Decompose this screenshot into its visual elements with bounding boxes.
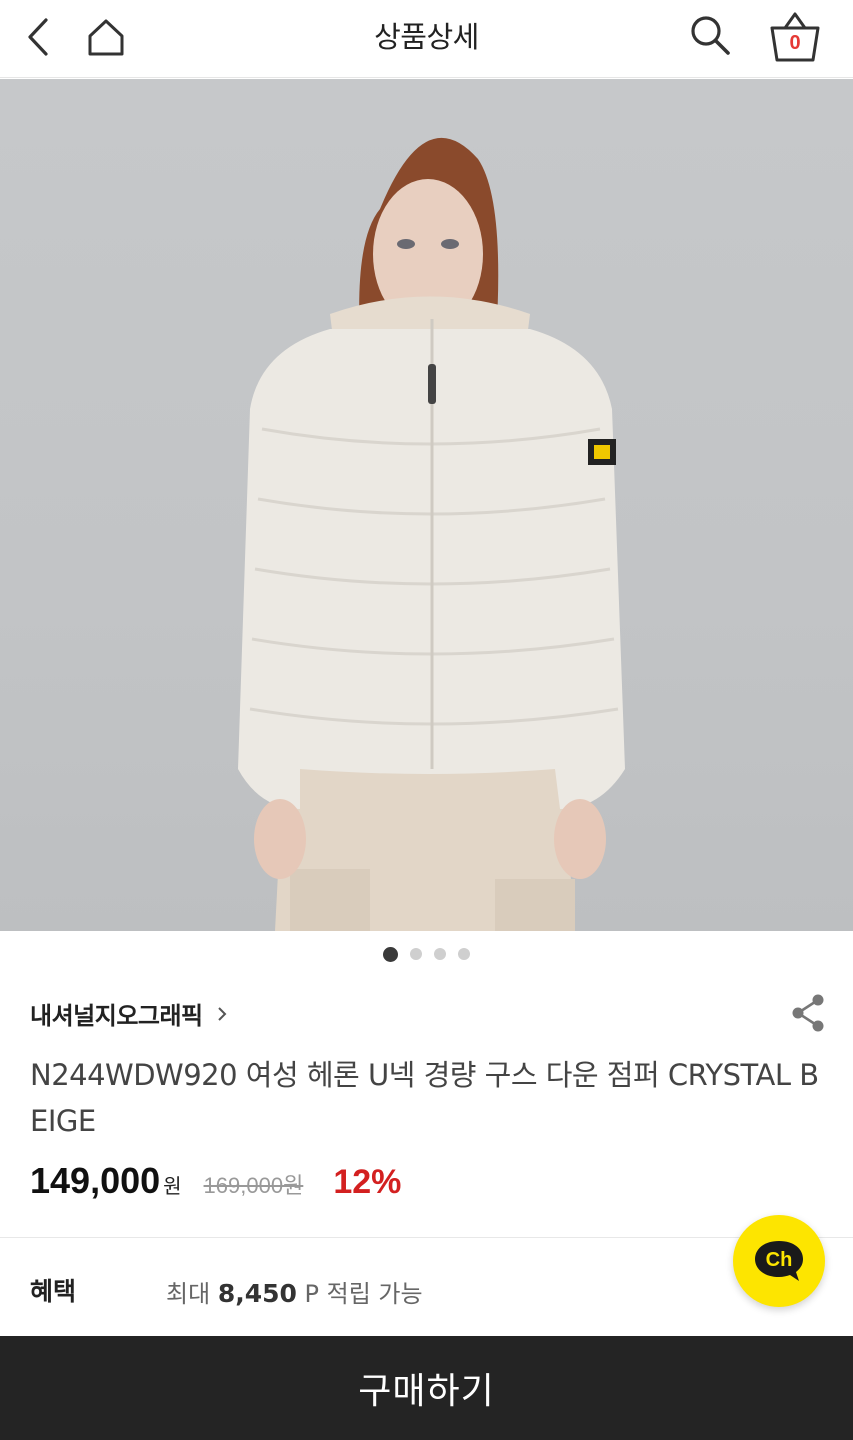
brand-link[interactable]: 내셔널지오그래픽: [30, 996, 229, 1031]
product-name: N244WDW920 여성 헤론 U넥 경량 구스 다운 점퍼 CRYSTAL …: [30, 1058, 819, 1138]
carousel-pagination: [0, 947, 853, 962]
pagination-dot[interactable]: [434, 948, 446, 960]
top-app-bar: 상품상세 0: [0, 0, 853, 78]
buy-button[interactable]: 구매하기: [0, 1336, 853, 1440]
chat-channel-label: Ch: [766, 1249, 793, 1271]
benefit-prefix: 최대: [166, 1280, 211, 1308]
benefit-points-value: 8,450: [217, 1279, 297, 1308]
sale-price: 149,000: [30, 1160, 161, 1201]
benefit-suffix: P 적립 가능: [304, 1280, 423, 1308]
original-price: 169,000원: [203, 1173, 304, 1198]
search-icon: [691, 16, 730, 55]
brand-name: 내셔널지오그래픽: [30, 1002, 203, 1030]
benefit-label: 혜택: [30, 1277, 77, 1306]
product-photo: [238, 137, 625, 931]
search-button[interactable]: [680, 6, 740, 64]
chevron-right-icon: [217, 1006, 227, 1021]
pagination-dot[interactable]: [410, 948, 422, 960]
benefit-points-text: 최대 8,450 P 적립 가능: [166, 1274, 423, 1309]
share-button[interactable]: [786, 990, 830, 1036]
cart-count-badge: 0: [789, 32, 801, 54]
pagination-dot[interactable]: [458, 948, 470, 960]
cart-button[interactable]: 0: [760, 4, 830, 68]
discount-rate: 12%: [333, 1163, 402, 1201]
section-divider: [0, 1237, 853, 1238]
chat-channel-icon: Ch: [755, 1241, 803, 1281]
currency-unit: 원: [163, 1174, 182, 1198]
pagination-dot-active[interactable]: [383, 947, 398, 962]
product-image-carousel[interactable]: [0, 79, 853, 931]
price-row: 149,000 원 169,000원 12%: [30, 1160, 401, 1202]
share-icon: [792, 994, 824, 1032]
chat-channel-button[interactable]: Ch: [733, 1215, 825, 1307]
